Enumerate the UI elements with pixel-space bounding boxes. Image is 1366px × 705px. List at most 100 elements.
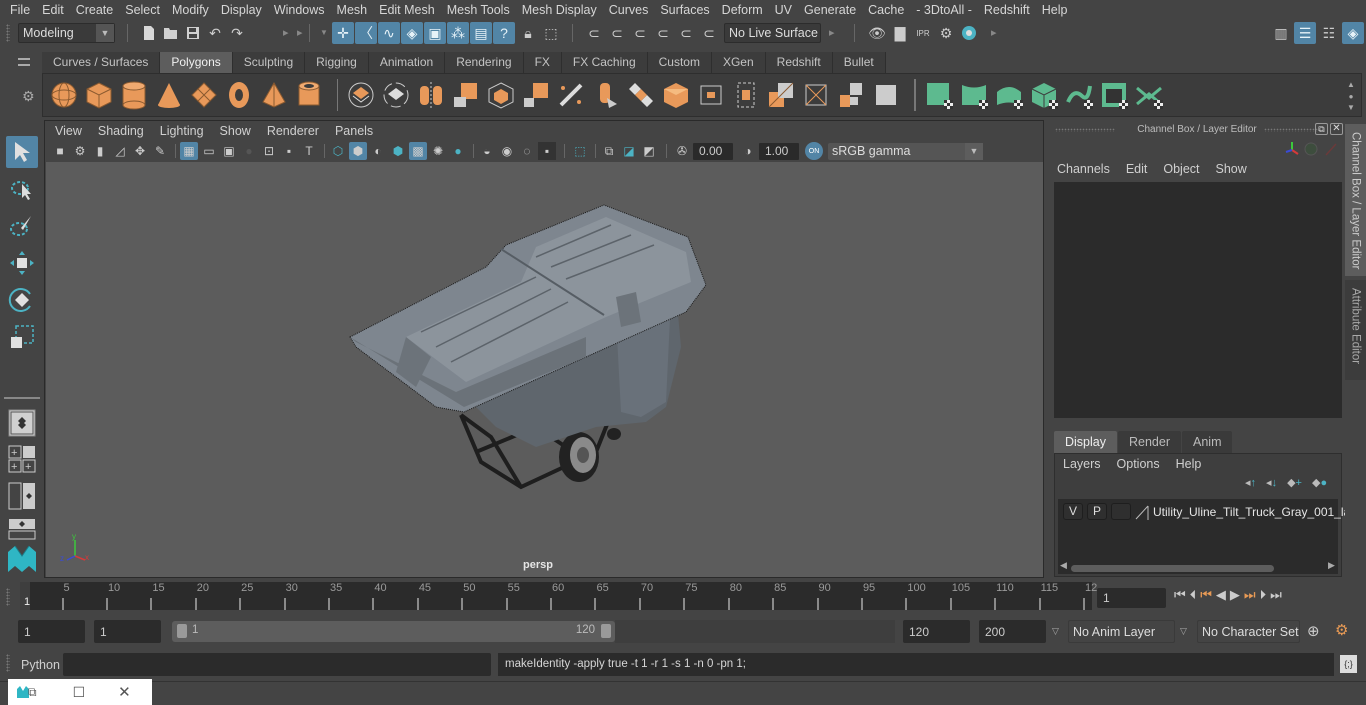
shelf-scroll-up-icon[interactable]: ▲ bbox=[1347, 80, 1355, 89]
cylindrical-uv-icon[interactable] bbox=[959, 80, 989, 110]
anti-aliasing-icon[interactable]: ◌ bbox=[518, 142, 536, 160]
side-tab-attribute-editor[interactable]: Attribute Editor bbox=[1345, 280, 1366, 380]
undo-icon[interactable]: ↶ bbox=[204, 22, 226, 44]
menu-edit-mesh[interactable]: Edit Mesh bbox=[373, 0, 441, 20]
camera-image-icon[interactable]: ◩ bbox=[640, 142, 658, 160]
layer-color-swatch-icon[interactable] bbox=[1135, 504, 1149, 520]
layer-name[interactable]: Utility_Uline_Tilt_Truck_Gray_001_layer bbox=[1153, 505, 1366, 519]
2d-pan-zoom-icon[interactable]: ✥ bbox=[131, 142, 149, 160]
smooth-icon[interactable] bbox=[451, 80, 481, 110]
side-tab-channel-box[interactable]: Channel Box / Layer Editor bbox=[1345, 124, 1366, 276]
menu-redshift[interactable]: Redshift bbox=[978, 0, 1036, 20]
merge-icon[interactable] bbox=[696, 80, 726, 110]
select-by-object-icon[interactable]: 〈 bbox=[355, 22, 377, 44]
channel-box-menu-show[interactable]: Show bbox=[1216, 162, 1247, 176]
shelf-tab-rigging[interactable]: Rigging bbox=[305, 52, 369, 73]
new-layer-from-selected-icon[interactable]: ◆● bbox=[1312, 476, 1327, 489]
separate-icon[interactable] bbox=[381, 80, 411, 110]
shelf-tab-fx[interactable]: FX bbox=[523, 52, 562, 73]
close-panel-icon[interactable]: ✕ bbox=[1330, 123, 1343, 135]
drag-handle[interactable] bbox=[6, 654, 10, 672]
menu-surfaces[interactable]: Surfaces bbox=[654, 0, 715, 20]
poly-cube-icon[interactable] bbox=[84, 80, 114, 110]
booleans-icon[interactable] bbox=[521, 80, 551, 110]
viewport-menu-lighting[interactable]: Lighting bbox=[160, 124, 212, 138]
xray-icon[interactable]: ⬢ bbox=[389, 142, 407, 160]
lock-selection-icon[interactable]: 🔒︎ bbox=[517, 22, 539, 44]
grease-pencil-icon[interactable]: ✎ bbox=[151, 142, 169, 160]
select-by-component-icon[interactable]: ∿ bbox=[378, 22, 400, 44]
start-time-field[interactable]: 1 bbox=[18, 620, 85, 643]
shelf-scroll-dot-icon[interactable]: ● bbox=[1349, 92, 1354, 101]
bridge-icon[interactable] bbox=[591, 80, 621, 110]
range-slider[interactable]: 1 120 bbox=[172, 621, 615, 642]
use-all-lights-icon[interactable]: ✺ bbox=[429, 142, 447, 160]
layer-menu-options[interactable]: Options bbox=[1117, 457, 1160, 471]
maya-logo-icon[interactable] bbox=[6, 543, 38, 575]
save-scene-icon[interactable] bbox=[182, 22, 204, 44]
layer-tab-display[interactable]: Display bbox=[1054, 431, 1117, 453]
select-vertex-icon[interactable]: ◈ bbox=[401, 22, 423, 44]
wireframe-icon[interactable]: ⬡ bbox=[329, 142, 347, 160]
tool-settings-toggle-icon[interactable]: ☷ bbox=[1318, 22, 1340, 44]
viewport-menu-show[interactable]: Show bbox=[220, 124, 259, 138]
new-empty-layer-icon[interactable]: ◆+ bbox=[1287, 476, 1302, 489]
menu-curves[interactable]: Curves bbox=[603, 0, 655, 20]
combine-icon[interactable] bbox=[346, 80, 376, 110]
character-set-chevron-down-icon[interactable]: ▽ bbox=[1180, 626, 1187, 637]
extrude-icon[interactable] bbox=[556, 80, 586, 110]
new-scene-icon[interactable] bbox=[138, 22, 160, 44]
poly-pyramid-icon[interactable] bbox=[259, 80, 289, 110]
go-to-end-icon[interactable]: ⏭ bbox=[1270, 587, 1282, 603]
single-pane-layout-icon[interactable] bbox=[6, 407, 38, 439]
snap-view-plane-icon[interactable]: ⊂ bbox=[675, 22, 697, 44]
gate-mask-icon[interactable]: ● bbox=[240, 142, 258, 160]
drag-handle[interactable] bbox=[6, 24, 10, 42]
film-gate-icon[interactable]: ▭ bbox=[200, 142, 218, 160]
color-space-dropdown[interactable]: sRGB gamma ▼ bbox=[828, 142, 983, 160]
menu-file[interactable]: File bbox=[4, 0, 36, 20]
motion-blur-icon[interactable]: ◉ bbox=[498, 142, 516, 160]
redo-icon[interactable]: ↷ bbox=[226, 22, 248, 44]
scale-tool-icon[interactable] bbox=[6, 321, 38, 353]
workspace-menu-dropdown[interactable]: Modeling ▼ bbox=[18, 23, 115, 43]
snap-grid-icon[interactable]: ⊂ bbox=[583, 22, 605, 44]
3d-viewport[interactable]: y x z persp bbox=[46, 162, 1043, 577]
select-uv-icon[interactable]: ▤ bbox=[470, 22, 492, 44]
collapse-arrow-icon[interactable]: ▸ bbox=[297, 26, 303, 39]
image-plane-icon[interactable]: ◿ bbox=[111, 142, 129, 160]
step-back-frame-icon[interactable]: ⏴ bbox=[1190, 587, 1197, 603]
maximize-window-icon[interactable]: ☐ bbox=[73, 684, 86, 701]
grid-icon[interactable]: ▦ bbox=[180, 142, 198, 160]
step-back-key-icon[interactable]: ⏮ bbox=[1200, 587, 1212, 603]
layer-playback-toggle[interactable]: P bbox=[1087, 503, 1107, 520]
character-set-dropdown[interactable]: No Character Set bbox=[1197, 620, 1300, 643]
channel-box-menu-edit[interactable]: Edit bbox=[1126, 162, 1148, 176]
menu-create[interactable]: Create bbox=[70, 0, 120, 20]
shelf-settings-gear-icon[interactable]: ⚙ bbox=[22, 88, 35, 105]
select-by-hierarchy-icon[interactable]: ✛ bbox=[332, 22, 354, 44]
highlight-selection-icon[interactable]: ⬚ bbox=[540, 22, 562, 44]
outliner-persp-layout-icon[interactable] bbox=[6, 480, 38, 512]
layer-menu-layers[interactable]: Layers bbox=[1063, 457, 1101, 471]
menu-windows[interactable]: Windows bbox=[268, 0, 331, 20]
unfold-uv-icon[interactable] bbox=[1064, 80, 1094, 110]
menu-help[interactable]: Help bbox=[1036, 0, 1074, 20]
bookmark-icon[interactable]: ▮ bbox=[91, 142, 109, 160]
safe-title-icon[interactable]: T bbox=[300, 142, 318, 160]
time-slider[interactable]: 1 5 10 15 20 25 30 35 40 45 50 55 60 65 70 75 80 85 90 95 1… bbox=[20, 582, 1097, 610]
automatic-uv-icon[interactable] bbox=[1029, 80, 1059, 110]
mirror-icon[interactable] bbox=[416, 80, 446, 110]
menu-mesh-display[interactable]: Mesh Display bbox=[516, 0, 603, 20]
anim-layer-chevron-down-icon[interactable]: ▽ bbox=[1052, 626, 1059, 637]
shelf-tab-fx-caching[interactable]: FX Caching bbox=[561, 52, 648, 73]
textured-icon[interactable]: ▩ bbox=[409, 142, 427, 160]
poly-cone-icon[interactable] bbox=[154, 80, 184, 110]
poly-plane-icon[interactable] bbox=[189, 80, 219, 110]
collapse-arrow-icon[interactable]: ▸ bbox=[829, 26, 835, 39]
viewport-menu-view[interactable]: View bbox=[55, 124, 90, 138]
collapse-arrow-icon[interactable]: ▸ bbox=[283, 26, 289, 39]
bevel-icon[interactable] bbox=[626, 80, 656, 110]
select-edge-icon[interactable]: ▣ bbox=[424, 22, 446, 44]
playback-end-field[interactable]: 120 bbox=[903, 620, 970, 643]
